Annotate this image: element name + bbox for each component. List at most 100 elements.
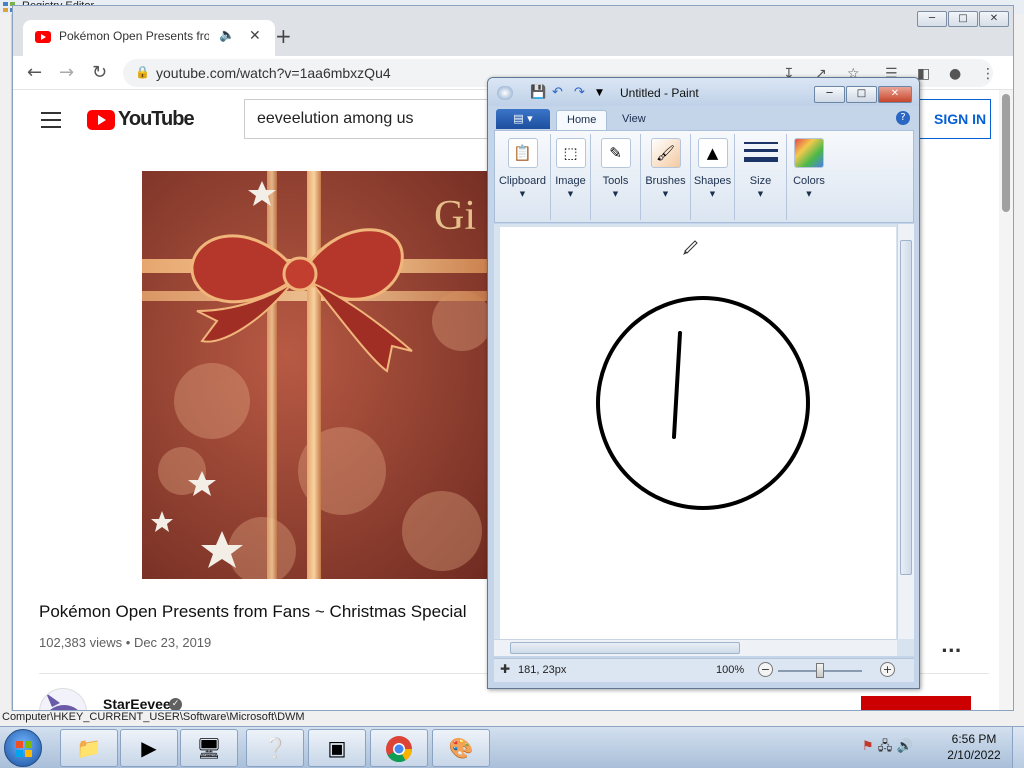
group-image[interactable]: ⬚ Image ▼	[551, 134, 591, 220]
help-taskbar-button[interactable]: ❔	[246, 729, 304, 767]
paint-taskbar-button[interactable]: 🎨	[432, 729, 490, 767]
channel-name[interactable]: StarEevee	[103, 696, 171, 710]
sign-in-button[interactable]: SIGN IN	[913, 99, 991, 139]
help-circle-icon: ❔	[262, 736, 288, 760]
registry-cubes-icon: ▣	[327, 736, 347, 760]
ribbon-home: 📋 Clipboard ▼ ⬚ Image ▼ ✎ Tools ▼ 🖌 Brus…	[494, 130, 914, 223]
group-tools[interactable]: ✎ Tools ▼	[591, 134, 641, 220]
network-icon[interactable]: 🖧	[878, 739, 893, 754]
line-size-icon	[744, 142, 778, 162]
new-tab-button[interactable]: +	[275, 24, 292, 48]
paint-file-menu-button[interactable]: ▤ ▾	[496, 109, 550, 129]
search-input[interactable]: eeveelution among us	[244, 99, 504, 139]
browser-tab[interactable]: Pokémon Open Presents from Fans ~ Christ…	[23, 20, 275, 56]
youtube-wordmark: YouTube	[118, 108, 195, 130]
canvas-drawing	[596, 240, 810, 510]
minimize-button[interactable]: ─	[917, 11, 947, 27]
zoom-in-button[interactable]: +	[880, 662, 895, 677]
canvas-vscroll-thumb[interactable]	[900, 240, 912, 575]
group-clipboard[interactable]: 📋 Clipboard ▼	[495, 134, 551, 220]
chevron-down-icon: ▼	[709, 190, 716, 198]
paint-palette-icon: 🎨	[448, 736, 474, 760]
canvas-vertical-scrollbar[interactable]	[897, 224, 914, 639]
scrollbar-thumb[interactable]	[1002, 94, 1010, 212]
undo-icon[interactable]: ↶	[552, 85, 563, 100]
start-button[interactable]	[4, 729, 42, 767]
paint-maximize-button[interactable]: □	[846, 86, 877, 103]
explorer-taskbar-button[interactable]: 📁	[60, 729, 118, 767]
redo-icon[interactable]: ↷	[574, 85, 585, 100]
action-center-flag-icon[interactable]: ⚑	[862, 739, 874, 754]
windows-logo-icon	[16, 741, 32, 757]
clock[interactable]: 6:56 PM 2/10/2022	[944, 731, 1004, 763]
system-tray: ⚑ 🖧 🔊	[862, 737, 913, 759]
paint-minimize-button[interactable]: ─	[814, 86, 845, 103]
close-button[interactable]: ✕	[979, 11, 1009, 27]
drawing-canvas[interactable]	[500, 227, 896, 639]
chrome-menu-icon[interactable]: ⋮	[981, 66, 995, 82]
search-input-value[interactable]: eeveelution among us	[257, 110, 414, 128]
audio-playing-icon[interactable]: 🔈	[219, 28, 235, 43]
zoom-slider-thumb[interactable]	[816, 663, 824, 678]
chrome-taskbar-button[interactable]	[370, 729, 428, 767]
meta-separator: •	[125, 635, 131, 650]
color-palette-icon	[794, 138, 824, 168]
clock-date: 2/10/2022	[947, 748, 1001, 762]
media-player-taskbar-button[interactable]: ▶	[120, 729, 178, 767]
page-scrollbar[interactable]	[999, 90, 1013, 710]
youtube-favicon-icon	[35, 31, 51, 43]
paint-status-bar: ✚ 181, 23px 100% − +	[494, 658, 914, 682]
canvas-area	[494, 224, 914, 656]
group-shapes[interactable]: ▲ Shapes ▼	[691, 134, 735, 220]
youtube-play-icon	[87, 110, 115, 130]
channel-avatar[interactable]	[39, 688, 87, 710]
volume-icon[interactable]: 🔊	[896, 739, 912, 754]
back-arrow-icon[interactable]: ←	[27, 62, 42, 83]
group-colors[interactable]: Colors ▼	[787, 134, 831, 220]
drawn-circle	[596, 296, 810, 510]
group-brushes[interactable]: 🖌 Brushes ▼	[641, 134, 691, 220]
regedit-tree-pane	[0, 14, 12, 726]
regedit-right-edge	[1014, 14, 1024, 726]
tab-view[interactable]: View	[612, 110, 656, 130]
tab-title: Pokémon Open Presents from Fans ~ Christ…	[59, 29, 209, 43]
registry-editor-taskbar-button[interactable]: ▣	[308, 729, 366, 767]
select-icon: ⬚	[555, 138, 586, 168]
cursor-position-icon: ✚	[500, 662, 511, 676]
reload-icon[interactable]: ↻	[92, 62, 107, 83]
maximize-button[interactable]: □	[948, 11, 978, 27]
control-panel-taskbar-button[interactable]: 🖥	[180, 729, 238, 767]
show-desktop-button[interactable]	[1012, 727, 1024, 768]
profile-avatar-icon[interactable]: ●	[949, 66, 961, 82]
subscribe-button[interactable]: SUBSCRIBE	[861, 696, 971, 710]
address-url[interactable]: youtube.com/watch?v=1aa6mbxzQu4	[156, 65, 391, 81]
group-size[interactable]: Size ▼	[735, 134, 787, 220]
video-player[interactable]: Gi	[142, 171, 502, 579]
canvas-horizontal-scrollbar[interactable]	[494, 639, 897, 656]
forward-arrow-icon[interactable]: →	[59, 62, 74, 83]
paint-title: Untitled - Paint	[620, 86, 699, 100]
help-icon[interactable]: ?	[896, 111, 910, 125]
thumbnail-title-text: Gi	[434, 193, 476, 239]
more-actions-button[interactable]: ...	[941, 636, 962, 657]
verified-badge-icon: ✓	[169, 698, 182, 710]
canvas-hscroll-thumb[interactable]	[510, 642, 740, 654]
chevron-down-icon: ▼	[519, 190, 526, 198]
chevron-down-icon: ▼	[662, 190, 669, 198]
clock-time: 6:56 PM	[951, 732, 997, 746]
tab-close-icon[interactable]: ✕	[249, 28, 261, 44]
video-meta: 102,383 views • Dec 23, 2019	[39, 635, 211, 650]
paint-close-button[interactable]: ✕	[878, 86, 912, 103]
paint-app-icon[interactable]	[497, 86, 513, 100]
video-thumbnail: Gi	[142, 171, 502, 579]
lock-icon[interactable]: 🔒	[135, 65, 150, 79]
regedit-status-bar: Computer\HKEY_CURRENT_USER\Software\Micr…	[0, 711, 1024, 726]
zoom-out-button[interactable]: −	[758, 662, 773, 677]
save-icon[interactable]: 💾	[530, 85, 546, 100]
chrome-logo-icon	[386, 736, 413, 763]
ribbon-tabs: ▤ ▾ Home View ?	[494, 108, 914, 130]
quick-access-dropdown-icon[interactable]: ▼	[596, 88, 603, 98]
hamburger-menu-icon[interactable]	[41, 112, 61, 133]
clipboard-icon: 📋	[507, 138, 538, 168]
tab-home[interactable]: Home	[556, 110, 608, 130]
